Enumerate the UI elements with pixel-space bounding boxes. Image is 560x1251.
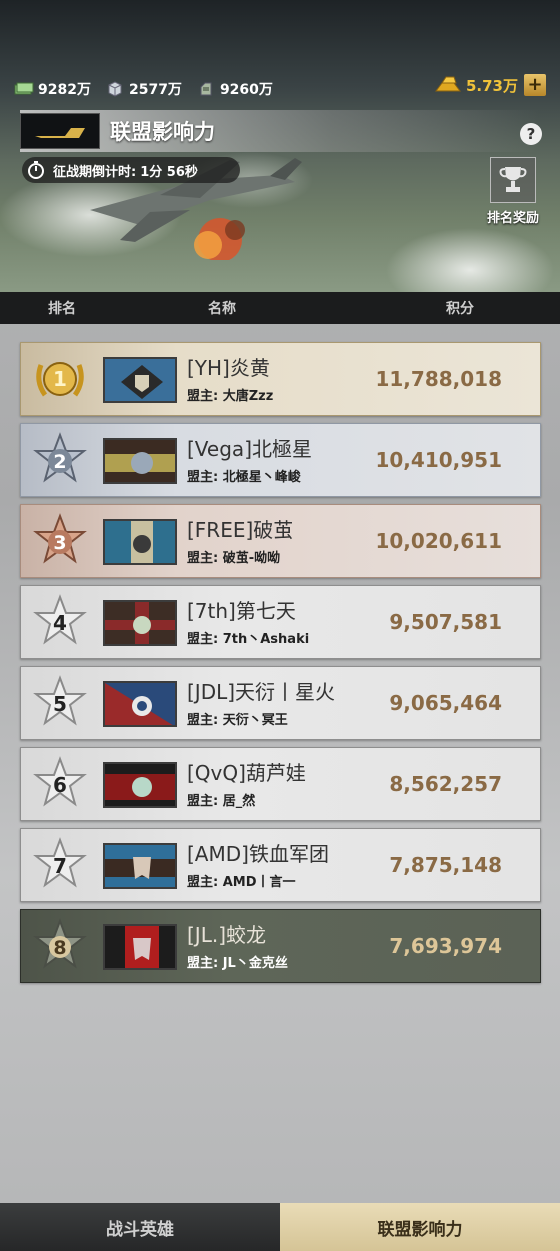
alliance-score: 11,788,018 bbox=[375, 367, 502, 391]
alliance-leader: 盟主: 北極星丶峰峻 bbox=[187, 470, 301, 485]
ranking-row-5[interactable]: 5 [JDL]天衍丨星火 盟主: 天衍丶冥王 9,065,464 bbox=[20, 666, 541, 740]
svg-text:4: 4 bbox=[53, 611, 67, 635]
resource-cash: 9282万 bbox=[14, 79, 91, 99]
alliance-name: [JDL]天衍丨星火 bbox=[187, 680, 336, 704]
alliance-leader: 盟主: 破茧-呦呦 bbox=[187, 551, 281, 566]
ranking-row-3[interactable]: 3 [FREE]破茧 盟主: 破茧-呦呦 10,020,611 bbox=[20, 504, 541, 578]
resource-fuel: 9260万 bbox=[196, 79, 273, 99]
ranking-row-2[interactable]: 2 [Vega]北極星 盟主: 北極星丶峰峻 10,410,951 bbox=[20, 423, 541, 497]
ranking-row-4[interactable]: 4 [7th]第七天 盟主: 7th丶Ashaki 9,507,581 bbox=[20, 585, 541, 659]
alliance-leader: 盟主: AMD丨言一 bbox=[187, 875, 296, 890]
rank-star-badge-icon: 6 bbox=[33, 756, 87, 807]
alliance-flag bbox=[103, 843, 177, 889]
alliance-score: 10,020,611 bbox=[375, 529, 502, 553]
alliance-flag bbox=[103, 519, 177, 565]
rank-reward-label: 排名奖励 bbox=[486, 211, 539, 226]
gold-laurel-medal-icon: 1 bbox=[36, 362, 84, 397]
supplies-value: 2577万 bbox=[128, 82, 182, 98]
alliance-name: [FREE]破茧 bbox=[187, 518, 294, 542]
fuel-icon bbox=[200, 82, 212, 96]
alliance-leader: 盟主: 天衍丶冥王 bbox=[187, 713, 288, 728]
svg-text:6: 6 bbox=[53, 773, 67, 797]
tab-alliance-influence[interactable]: 联盟影响力 bbox=[280, 1203, 560, 1251]
svg-text:7: 7 bbox=[53, 854, 67, 878]
stopwatch-icon bbox=[28, 161, 44, 179]
alliance-score: 9,065,464 bbox=[389, 691, 502, 715]
ranking-row-8-own-alliance[interactable]: 8 [JL.]蛟龙 盟主: JL丶金克丝 7,693,974 bbox=[20, 909, 541, 983]
column-name: 名称 bbox=[208, 301, 236, 317]
resource-supplies: 2577万 bbox=[105, 79, 182, 99]
rank-star-badge-icon: 8 bbox=[33, 918, 87, 969]
season-countdown: 征战期倒计时: 1分 56秒 bbox=[22, 157, 240, 183]
countdown-value: 1分 56秒 bbox=[140, 164, 198, 180]
alliance-name: [YH]炎黄 bbox=[187, 356, 270, 380]
ranking-row-7[interactable]: 7 [AMD]铁血军团 盟主: AMD丨言一 7,875,148 bbox=[20, 828, 541, 902]
alliance-name: [AMD]铁血军团 bbox=[187, 842, 329, 866]
alliance-flag bbox=[103, 357, 177, 403]
countdown-label: 征战期倒计时: bbox=[53, 164, 137, 180]
svg-text:5: 5 bbox=[53, 692, 67, 716]
alliance-name: [QvQ]葫芦娃 bbox=[187, 761, 306, 785]
silver-star-medal-icon: 2 bbox=[33, 432, 87, 483]
rank-star-badge-icon: 7 bbox=[33, 837, 87, 888]
supply-crate-icon bbox=[108, 81, 122, 97]
ranking-list: 1 [YH]炎黄 盟主: 大唐Zzz 11,788,018 2 [Vega]北極 bbox=[20, 342, 541, 990]
column-score: 积分 bbox=[446, 301, 474, 317]
alliance-score: 9,507,581 bbox=[389, 610, 502, 634]
alliance-flag bbox=[103, 924, 177, 970]
ranking-column-header: 排名 名称 积分 bbox=[0, 292, 560, 324]
alliance-emblem-icon bbox=[20, 113, 100, 149]
alliance-flag bbox=[103, 681, 177, 727]
ranking-row-1[interactable]: 1 [YH]炎黄 盟主: 大唐Zzz 11,788,018 bbox=[20, 342, 541, 416]
alliance-flag bbox=[103, 600, 177, 646]
trophy-icon bbox=[490, 157, 536, 203]
bronze-star-medal-icon: 3 bbox=[33, 513, 87, 564]
help-button[interactable]: ? bbox=[520, 123, 542, 145]
fuel-value: 9260万 bbox=[219, 82, 273, 98]
alliance-name: [Vega]北極星 bbox=[187, 437, 312, 461]
cash-icon bbox=[14, 82, 34, 95]
add-gold-button[interactable]: + bbox=[524, 74, 546, 96]
alliance-flag bbox=[103, 438, 177, 484]
ranking-row-6[interactable]: 6 [QvQ]葫芦娃 盟主: 居_然 8,562,257 bbox=[20, 747, 541, 821]
column-rank: 排名 bbox=[48, 301, 76, 317]
alliance-leader: 盟主: 7th丶Ashaki bbox=[187, 632, 310, 647]
alliance-name: [7th]第七天 bbox=[187, 599, 296, 623]
rank-reward-button[interactable]: 排名奖励 bbox=[478, 157, 548, 226]
alliance-score: 8,562,257 bbox=[389, 772, 502, 796]
alliance-score: 10,410,951 bbox=[375, 448, 502, 472]
page-title: 联盟影响力 bbox=[110, 120, 215, 144]
alliance-name: [JL.]蛟龙 bbox=[187, 923, 267, 947]
svg-text:8: 8 bbox=[53, 937, 66, 959]
alliance-leader: 盟主: JL丶金克丝 bbox=[187, 956, 288, 971]
gold-value: 5.73万 bbox=[465, 76, 518, 95]
alliance-score: 7,875,148 bbox=[389, 853, 502, 877]
gold-bars-icon bbox=[434, 76, 461, 92]
rank-star-badge-icon: 4 bbox=[33, 594, 87, 645]
alliance-leader: 盟主: 居_然 bbox=[187, 794, 256, 809]
svg-text:2: 2 bbox=[53, 451, 66, 473]
alliance-score: 7,693,974 bbox=[389, 934, 502, 958]
svg-text:1: 1 bbox=[53, 367, 67, 391]
alliance-leader: 盟主: 大唐Zzz bbox=[187, 389, 274, 404]
cash-value: 9282万 bbox=[38, 82, 91, 98]
svg-text:3: 3 bbox=[53, 532, 66, 554]
rank-star-badge-icon: 5 bbox=[33, 675, 87, 726]
gold-balance: 5.73万 + bbox=[434, 74, 546, 96]
tab-combat-heroes[interactable]: 战斗英雄 bbox=[0, 1203, 280, 1251]
bottom-tab-bar: 战斗英雄 联盟影响力 bbox=[0, 1203, 560, 1251]
alliance-flag bbox=[103, 762, 177, 808]
